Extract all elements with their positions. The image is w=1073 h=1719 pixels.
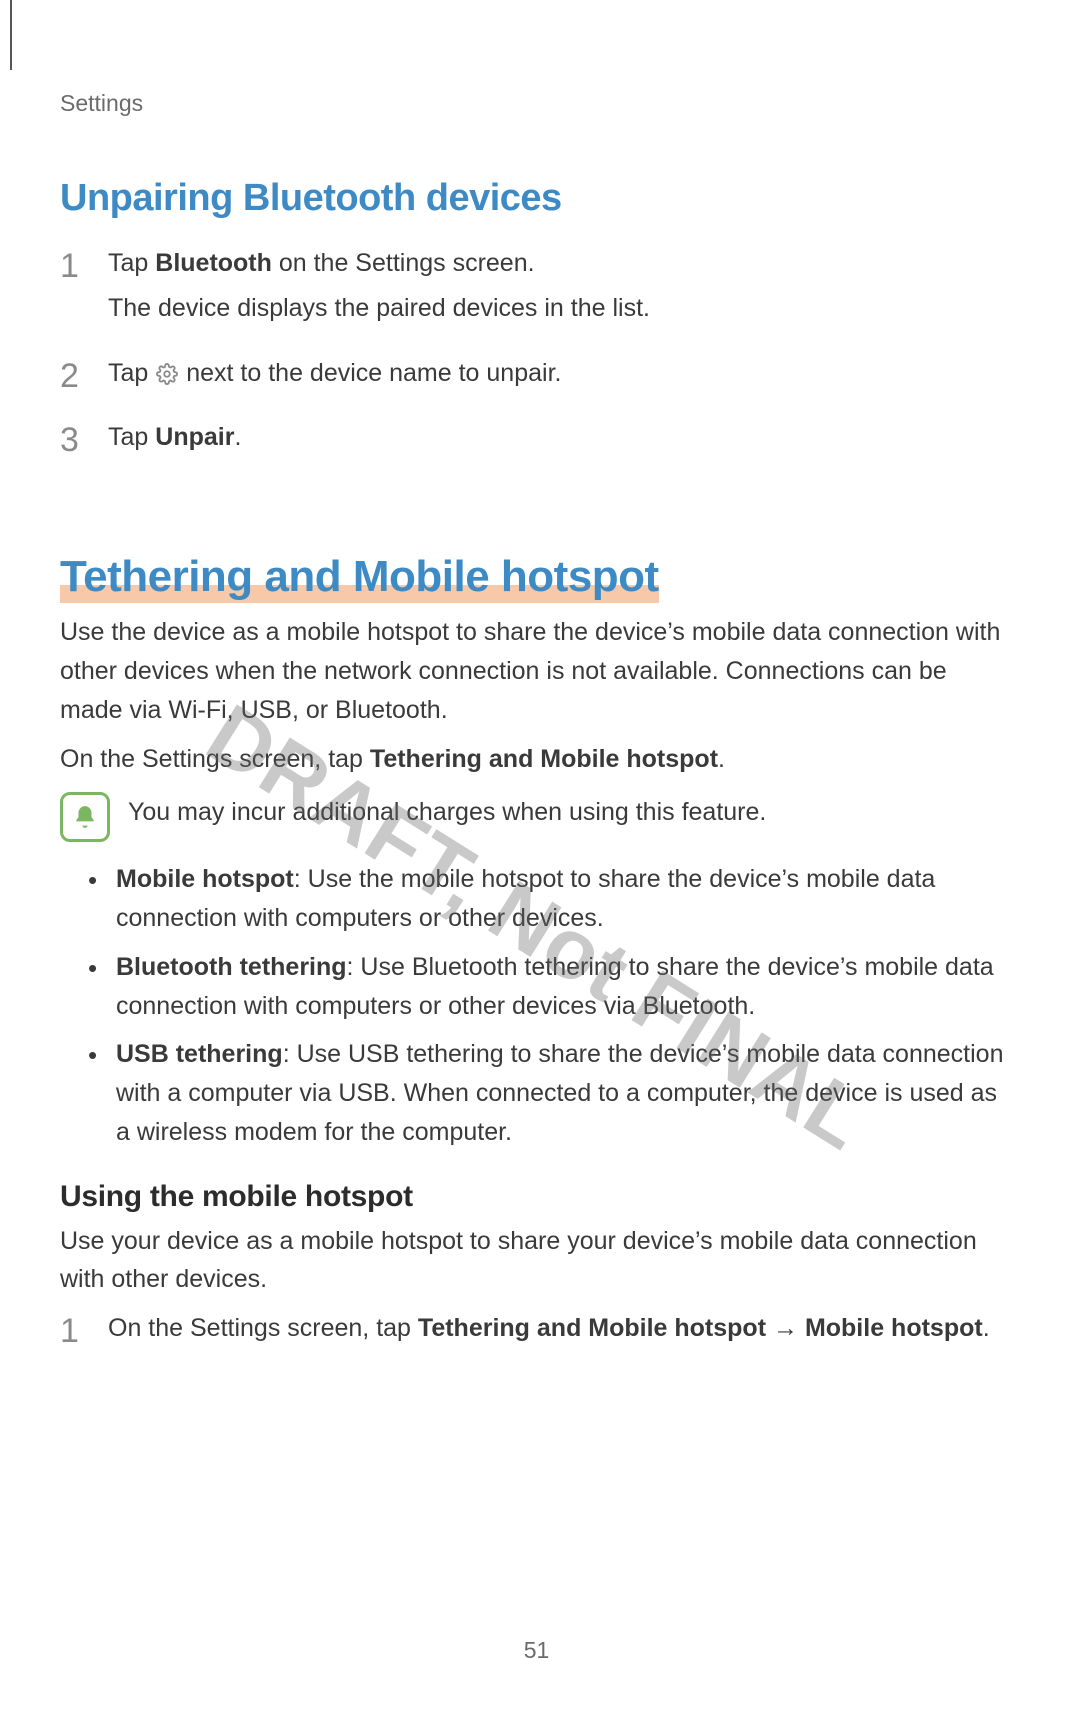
- note-row: You may incur additional charges when us…: [60, 792, 1013, 842]
- text: On the Settings screen, tap: [60, 745, 370, 773]
- unpair-step-3: Tap Unpair.: [60, 418, 1013, 457]
- heading-using-hotspot: Using the mobile hotspot: [60, 1180, 1013, 1214]
- bullet-mobile-hotspot: Mobile hotspot: Use the mobile hotspot t…: [88, 860, 1013, 938]
- note-text: You may incur additional charges when us…: [128, 793, 766, 832]
- gear-icon: [156, 363, 178, 385]
- using-step-1: On the Settings screen, tap Tethering an…: [60, 1309, 1013, 1348]
- arrow-text: →: [766, 1314, 805, 1342]
- bullet-bold: Mobile hotspot: [116, 865, 294, 893]
- using-hotspot-steps: On the Settings screen, tap Tethering an…: [60, 1309, 1013, 1348]
- heading-tethering: Tethering and Mobile hotspot: [60, 553, 659, 601]
- page-number: 51: [0, 1637, 1073, 1664]
- section-heading-wrap: Tethering and Mobile hotspot: [60, 483, 1013, 613]
- tethering-intro: Use the device as a mobile hotspot to sh…: [60, 613, 1013, 729]
- breadcrumb: Settings: [60, 90, 1013, 117]
- document-page: Settings Unpairing Bluetooth devices Tap…: [0, 0, 1073, 1719]
- text: next to the device name to unpair.: [186, 359, 561, 387]
- bullet-bold: USB tethering: [116, 1040, 283, 1068]
- tethering-nav: On the Settings screen, tap Tethering an…: [60, 740, 1013, 779]
- top-margin-rule: [10, 0, 12, 70]
- unpair-step-1-sub: The device displays the paired devices i…: [108, 289, 1013, 328]
- text: Tap: [108, 359, 155, 387]
- bullet-bold: Bluetooth tethering: [116, 953, 347, 981]
- bold-path-2: Mobile hotspot: [805, 1314, 983, 1342]
- text: .: [983, 1314, 990, 1342]
- text: Tap: [108, 423, 155, 451]
- bold-path-1: Tethering and Mobile hotspot: [418, 1314, 766, 1342]
- unpair-step-2: Tap next to the device name to unpair.: [60, 354, 1013, 393]
- bold-tethering-nav: Tethering and Mobile hotspot: [370, 745, 718, 773]
- heading-unpairing: Unpairing Bluetooth devices: [60, 177, 1013, 220]
- bell-icon: [60, 792, 110, 842]
- bullet-bluetooth-tethering: Bluetooth tethering: Use Bluetooth tethe…: [88, 948, 1013, 1026]
- unpair-steps: Tap Bluetooth on the Settings screen. Th…: [60, 244, 1013, 457]
- text: on the Settings screen.: [272, 249, 535, 277]
- unpair-step-1: Tap Bluetooth on the Settings screen. Th…: [60, 244, 1013, 328]
- bold-bluetooth: Bluetooth: [155, 249, 272, 277]
- bullet-usb-tethering: USB tethering: Use USB tethering to shar…: [88, 1035, 1013, 1151]
- tethering-bullets: Mobile hotspot: Use the mobile hotspot t…: [60, 860, 1013, 1151]
- text: .: [718, 745, 725, 773]
- bold-unpair: Unpair: [155, 423, 234, 451]
- using-hotspot-body: Use your device as a mobile hotspot to s…: [60, 1222, 1013, 1300]
- heading-text: Tethering and Mobile hotspot: [60, 552, 659, 601]
- text: Tap: [108, 249, 155, 277]
- text: On the Settings screen, tap: [108, 1314, 418, 1342]
- text: .: [234, 423, 241, 451]
